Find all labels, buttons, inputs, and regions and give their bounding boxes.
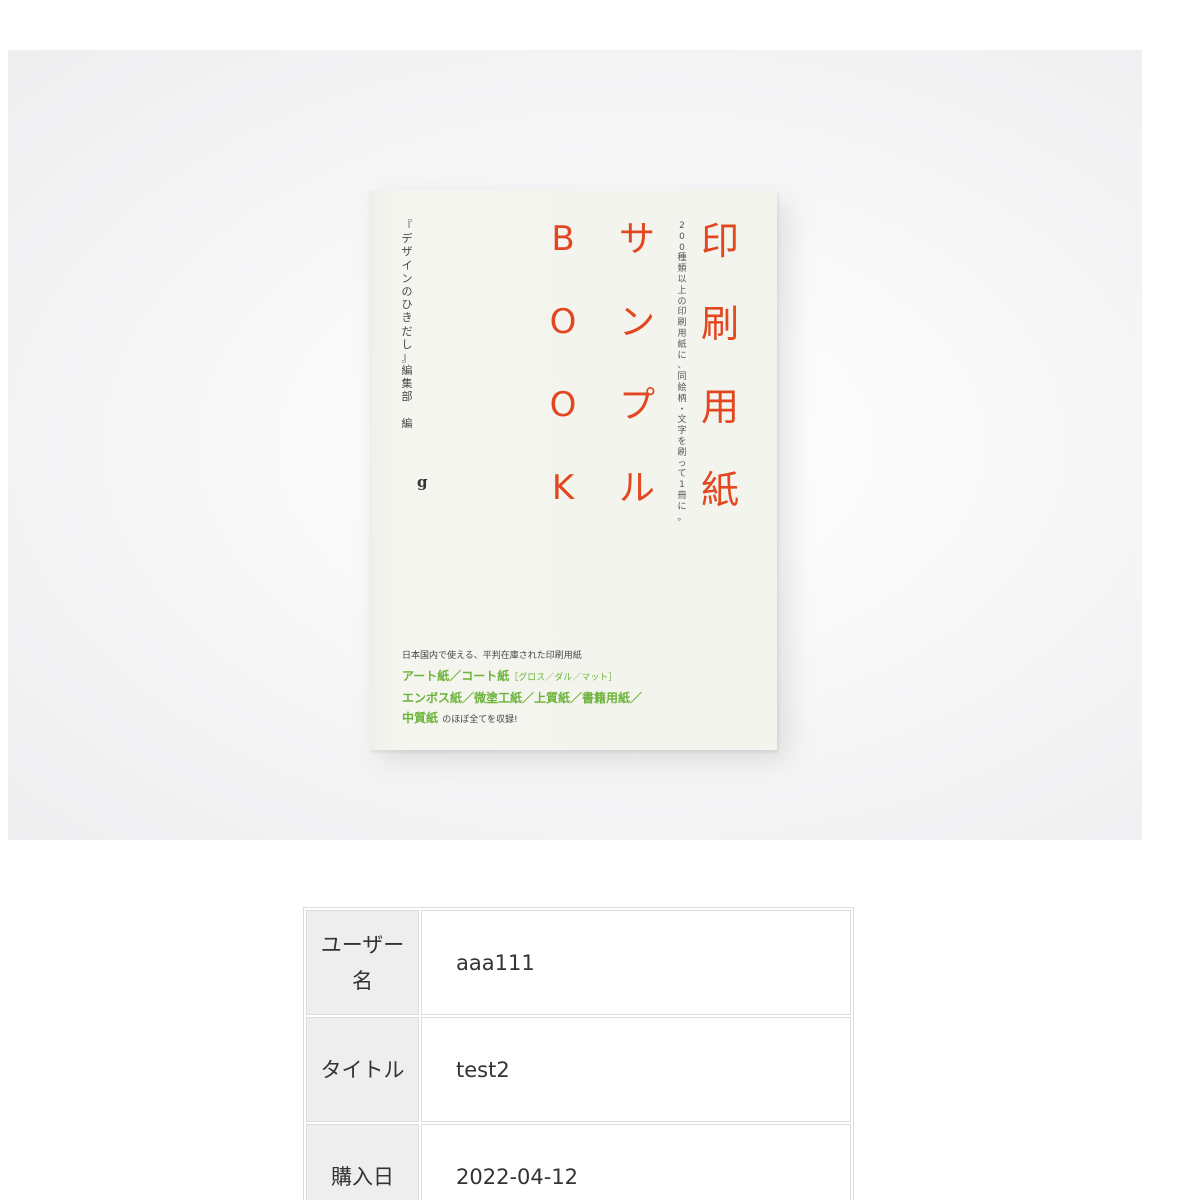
cover-title-char: O <box>549 385 577 425</box>
value-title: test2 <box>421 1017 851 1122</box>
cover-subtitle-char: 。 <box>677 512 687 523</box>
book-cover: 印刷用紙 2 0 0 種類以上の印刷用紙に、同絵柄・文字を刷って 1 冊に。 サンプル B… <box>369 190 777 750</box>
cover-editor-char: ザ <box>401 245 413 259</box>
blurb-line-4-tail: のほぼ全てを収録! <box>442 715 518 725</box>
table-row: ユーザー名 aaa111 <box>306 910 851 1015</box>
blurb-line-4: 中質紙 のほぼ全てを収録! <box>402 708 762 730</box>
publisher-logo: g <box>417 473 428 491</box>
cover-title-char: 紙 <box>700 468 739 512</box>
cover-title-kanji: 印刷用紙 <box>694 222 746 554</box>
label-title: タイトル <box>306 1017 419 1122</box>
label-username: ユーザー名 <box>306 910 419 1015</box>
cover-editor-char: し <box>401 337 413 351</box>
cover-title-sample: サンプル <box>611 222 663 554</box>
cover-title-char: B <box>551 219 575 259</box>
cover-editor-char: ン <box>401 271 413 285</box>
cover-title-char: サ <box>618 219 655 260</box>
cover-title-book: B O O K <box>537 222 589 554</box>
blurb-line-4-main: 中質紙 <box>402 711 439 725</box>
blurb-line-1: 日本国内で使える、平判在庫された印刷用紙 <box>402 651 582 661</box>
cover-subtitle: 2 0 0 種類以上の印刷用紙に、同絵柄・文字を刷って 1 冊に。 <box>675 222 689 524</box>
cover-editor-char: 編 <box>401 416 413 430</box>
cover-title-char: ン <box>618 302 655 343</box>
cover-title-char: ル <box>618 468 655 509</box>
blurb-line-2-small: ［グロス／ダル／マット］ <box>509 673 618 683</box>
cover-title-char: 用 <box>700 385 739 429</box>
blurb-line-3: エンボス紙／微塗工紙／上質紙／書籍用紙／ <box>402 691 643 705</box>
product-photo: 印刷用紙 2 0 0 種類以上の印刷用紙に、同絵柄・文字を刷って 1 冊に。 サンプル B… <box>8 50 1142 840</box>
cover-editor-char: 部 <box>401 390 413 404</box>
cover-editor: 『デザインのひきだし』編集部 編 <box>400 220 414 431</box>
cover-title-char: 印 <box>700 219 739 263</box>
cover-subtitle-char: 上 <box>677 285 687 296</box>
details-table: ユーザー名 aaa111 タイトル test2 購入日 2022-04-12 <box>303 907 854 1200</box>
cover-title-char: プ <box>618 385 655 426</box>
cover-title-char: 刷 <box>700 302 739 346</box>
cover-editor-char: き <box>401 311 413 325</box>
blurb-line-2-main: アート紙／コート紙 <box>402 669 510 683</box>
cover-editor-char: だ <box>401 324 413 338</box>
cover-subtitle-char: 刷 <box>677 447 687 458</box>
blurb-line-2: アート紙／コート紙［グロス／ダル／マット］ <box>402 666 762 688</box>
cover-subtitle-char: 柄 <box>677 393 687 404</box>
cover-subtitle-char: 0 <box>679 231 685 242</box>
cover-title-char: K <box>551 468 575 508</box>
cover-title-char: O <box>549 302 577 342</box>
value-username: aaa111 <box>421 910 851 1015</box>
label-purchase-date: 購入日 <box>306 1124 419 1200</box>
value-purchase-date: 2022-04-12 <box>421 1124 851 1200</box>
table-row: タイトル test2 <box>306 1017 851 1122</box>
cover-subtitle-char: に <box>677 501 687 512</box>
cover-subtitle-char: 紙 <box>677 339 687 350</box>
cover-blurb: 日本国内で使える、平判在庫された印刷用紙 アート紙／コート紙［グロス／ダル／マッ… <box>402 648 762 730</box>
page: 印刷用紙 2 0 0 種類以上の印刷用紙に、同絵柄・文字を刷って 1 冊に。 サンプル B… <box>0 0 1200 1200</box>
cover-editor-char: イ <box>401 258 413 272</box>
table-row: 購入日 2022-04-12 <box>306 1124 851 1200</box>
